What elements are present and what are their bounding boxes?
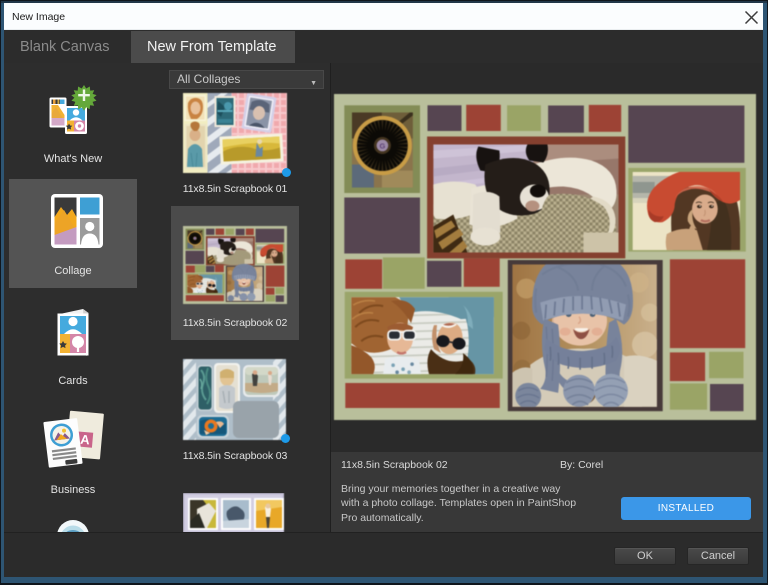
svg-text:G: G bbox=[379, 141, 385, 150]
